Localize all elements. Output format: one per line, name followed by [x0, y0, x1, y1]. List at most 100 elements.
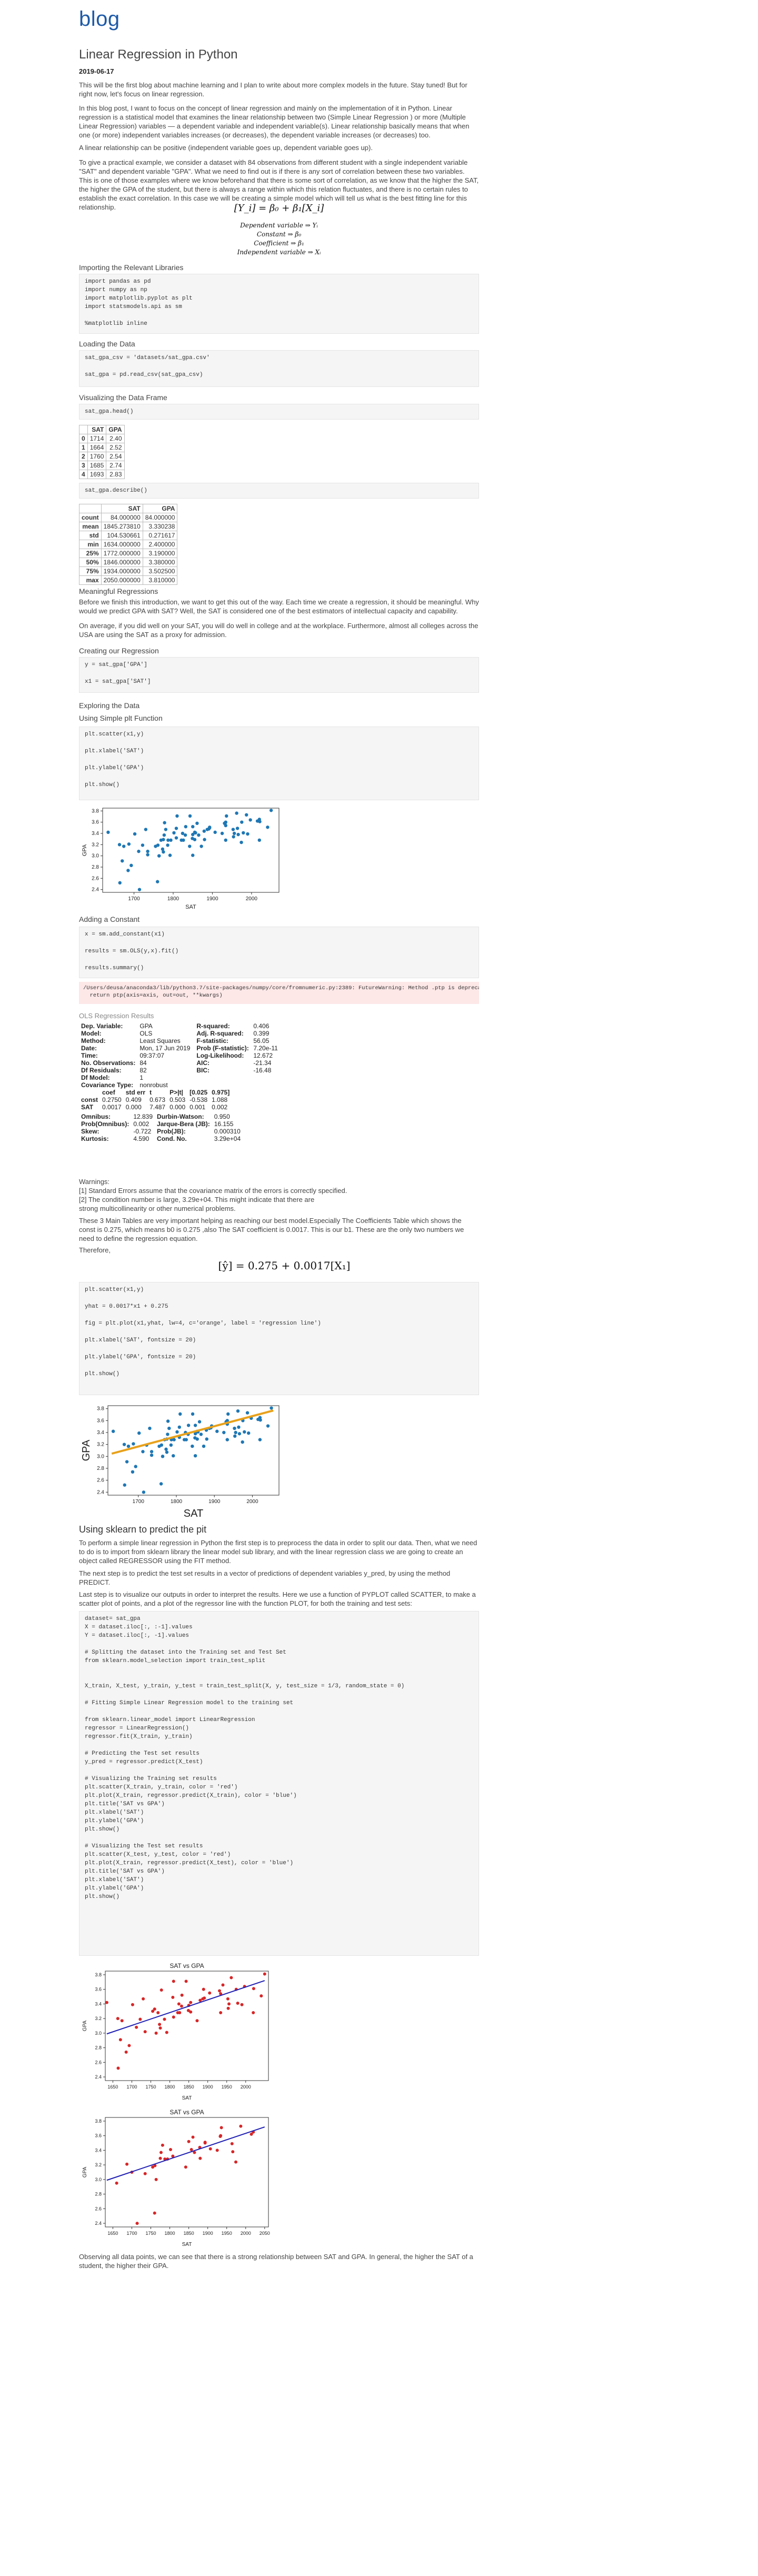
code-load[interactable]: sat_gpa_csv = 'datasets/sat_gpa.csv' sat… [79, 350, 479, 387]
future-warning: /Users/deusa/anaconda3/lib/python3.7/sit… [79, 982, 479, 1004]
ols-value: 56.05 [253, 1037, 270, 1045]
data-point [121, 859, 124, 863]
legend-symbol: β₀ [295, 231, 302, 238]
data-point [154, 2177, 158, 2181]
paragraph-sklearn-1: To perform a simple linear regression in… [79, 1539, 477, 1565]
code-describe[interactable]: sat_gpa.describe() [79, 483, 479, 499]
y-tick-label: 2.8 [95, 2045, 102, 2051]
x-tick-label: 1900 [203, 2084, 213, 2090]
table-row: std 104.530661 0.271617 [79, 531, 178, 540]
code-head[interactable]: sat_gpa.head() [79, 404, 479, 420]
data-point [252, 1987, 255, 1991]
y-tick-label: 3.6 [95, 2133, 102, 2139]
table-cell: 2.400000 [142, 540, 178, 549]
ols-coef-row: SAT 0.0017 0.000 7.487 0.000 0.001 0.002 [79, 1103, 232, 1111]
data-point [257, 838, 261, 842]
table-cell: 3.502500 [142, 566, 178, 576]
ols-value: 12.672 [253, 1052, 273, 1059]
code-sklearn[interactable]: dataset= sat_gpa X = dataset.iloc[:, :-1… [79, 1611, 479, 1956]
data-point [129, 863, 133, 867]
data-point [134, 1465, 137, 1468]
ols-title: OLS Regression Results [79, 1012, 154, 1020]
ols-diag-key: Kurtosis: [81, 1135, 109, 1142]
data-point [220, 831, 224, 836]
y-tick-label: 3.4 [95, 2001, 102, 2006]
blog-title[interactable]: blog [79, 7, 120, 31]
column-header: SAT [87, 425, 107, 434]
section-meaningful: Meaningful Regressions [79, 587, 158, 595]
data-point [122, 844, 126, 848]
ols-coef-table: coef std err t P>|t| [0.025 0.975] const 0.2750… [79, 1089, 232, 1111]
table-row: 4 1693 2.83 [79, 470, 125, 479]
data-point [149, 1453, 154, 1457]
data-point [153, 2211, 156, 2215]
data-point [148, 1426, 152, 1430]
y-tick-label: 2.6 [97, 1478, 104, 1484]
data-point [169, 1443, 173, 1447]
data-point [236, 2002, 240, 2005]
y-tick-label: 2.8 [95, 2192, 102, 2197]
data-point [230, 1976, 233, 1980]
data-point [234, 1430, 237, 1435]
data-point [266, 825, 270, 829]
data-point [222, 1430, 226, 1435]
x-tick-label: 1750 [145, 2231, 156, 2236]
data-point [116, 2066, 120, 2070]
code-regression[interactable]: y = sat_gpa['GPA'] x1 = sat_gpa['SAT'] [79, 657, 479, 693]
data-point [235, 827, 240, 830]
data-point [118, 881, 122, 885]
data-point [166, 843, 169, 847]
data-point [233, 1426, 236, 1430]
ols-key: Covariance Type: [81, 1081, 134, 1089]
data-point [236, 1409, 240, 1413]
column-header [79, 504, 102, 513]
table-cell: 2.40 [106, 434, 125, 443]
section-visualizing: Visualizing the Data Frame [79, 393, 167, 402]
training-set-chart: 1650 1700 1750 1800 1850 1900 1950 2000 2.4 2.6 2.… [79, 1960, 279, 2102]
code-constant[interactable]: x = sm.add_constant(x1) results = sm.OLS… [79, 927, 479, 978]
data-point [163, 821, 166, 824]
data-point [141, 1450, 145, 1454]
ols-key: AIC: [196, 1059, 210, 1067]
ols-coef-cell: 0.0017 [102, 1103, 122, 1111]
x-tick-label: 2000 [246, 1499, 258, 1505]
column-header [79, 425, 88, 434]
legend-symbol: Yᵢ [312, 222, 318, 229]
data-point [184, 2165, 187, 2169]
y-tick-label: 3.2 [95, 2016, 102, 2021]
data-point [142, 1490, 146, 1494]
section-importing: Importing the Relevant Libraries [79, 263, 184, 272]
ols-coef-cell: 0.409 [125, 1096, 142, 1103]
ols-coef-col [79, 1089, 100, 1096]
row-label: 0 [79, 434, 88, 443]
data-point [269, 809, 273, 812]
y-tick-label: 3.6 [97, 1418, 104, 1424]
ols-coef-cell: -0.538 [190, 1096, 208, 1103]
ols-value: 7.20e-11 [253, 1045, 278, 1052]
code-imports[interactable]: import pandas as pd import numpy as np i… [79, 274, 479, 334]
data-point [180, 1993, 184, 1997]
data-point [191, 837, 194, 840]
data-point [260, 1994, 263, 1998]
table-cell: 3.330238 [142, 522, 178, 531]
ols-value: Least Squares [139, 1037, 181, 1045]
legend-row-constant: Constant ⇒ β₀ [256, 231, 302, 238]
data-point [208, 2147, 212, 2151]
data-point [158, 2023, 162, 2026]
x-tick-label: 1700 [133, 1499, 145, 1505]
ols-key: BIC: [196, 1067, 210, 1074]
data-point [215, 1429, 219, 1433]
table-row: min 1634.000000 2.400000 [79, 540, 178, 549]
code-scatter[interactable]: plt.scatter(x1,y) plt.xlabel('SAT') plt.… [79, 727, 479, 800]
data-point [219, 2134, 223, 2137]
data-point [174, 827, 178, 830]
data-point [224, 820, 227, 824]
x-tick-label: 2050 [260, 2231, 270, 2236]
data-point [213, 830, 217, 834]
code-lineplot[interactable]: plt.scatter(x1,y) yhat = 0.0017*x1 + 0.2… [79, 1282, 479, 1395]
column-header: GPA [142, 504, 178, 513]
data-point [162, 838, 165, 841]
table-header-row: SAT GPA [79, 425, 125, 434]
ols-value: OLS [139, 1030, 153, 1037]
ols-coef-cell: 0.2750 [102, 1096, 122, 1103]
